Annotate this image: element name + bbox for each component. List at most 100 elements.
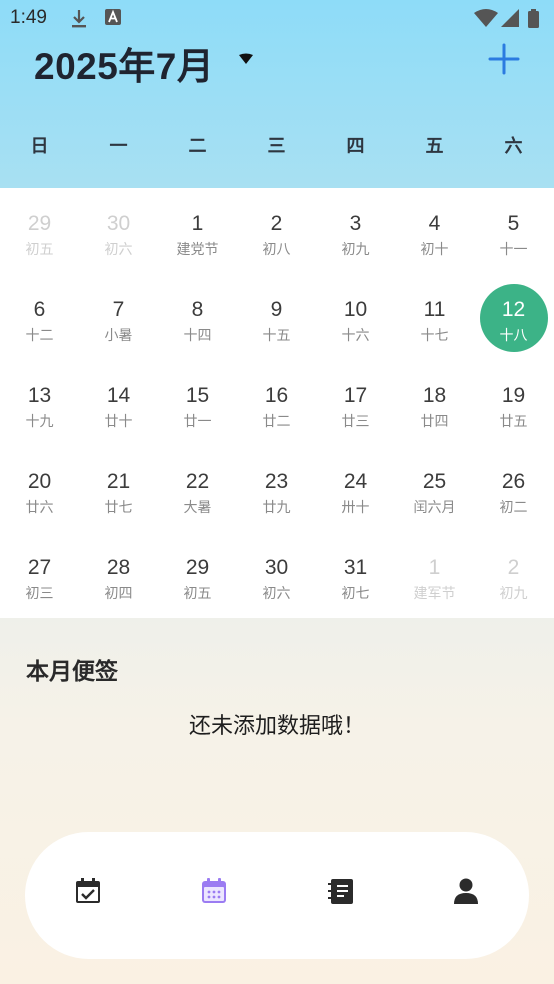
day-number: 7 <box>112 298 125 321</box>
day-number: 22 <box>185 470 210 493</box>
lunar-date: 闰六月 <box>413 500 456 516</box>
day-number: 16 <box>264 384 289 407</box>
day-number: 26 <box>501 470 526 493</box>
day-cell[interactable]: 30 初六 <box>237 532 316 618</box>
weekday-label: 五 <box>425 136 444 157</box>
day-cell[interactable]: 9 十五 <box>237 274 316 360</box>
day-number: 23 <box>264 470 289 493</box>
day-number: 30 <box>264 556 289 579</box>
day-cell[interactable]: 19 廿五 <box>474 360 553 446</box>
day-cell[interactable]: 23 廿九 <box>237 446 316 532</box>
day-cell[interactable]: 1 建党节 <box>158 188 237 274</box>
day-cell[interactable]: 2 初八 <box>237 188 316 274</box>
lunar-date: 十五 <box>262 328 291 344</box>
day-cell[interactable]: 29 初五 <box>158 532 237 618</box>
lunar-date: 廿三 <box>341 414 370 430</box>
day-cell[interactable]: 25 闰六月 <box>395 446 474 532</box>
weekday-label: 四 <box>346 136 365 157</box>
lunar-date: 廿七 <box>104 500 133 516</box>
day-number: 13 <box>27 384 52 407</box>
day-number: 29 <box>185 556 210 579</box>
day-cell[interactable]: 22 大暑 <box>158 446 237 532</box>
calendar-grid: 29 初五 30 初六 1 建党节 2 初八 3 初九 4 初十 5 十一 6 十二 7 小暑 8 十四 9 十五 10 十六… <box>0 188 554 618</box>
day-cell[interactable]: 17 廿三 <box>316 360 395 446</box>
battery-icon <box>528 9 539 32</box>
nav-item-calendar[interactable] <box>199 876 229 906</box>
day-number: 31 <box>343 556 368 579</box>
day-cell[interactable]: 29 初五 <box>0 188 79 274</box>
a-letter-icon <box>105 9 121 31</box>
weekday-label: 一 <box>109 136 128 157</box>
day-cell[interactable]: 27 初三 <box>0 532 79 618</box>
nav-item-schedule[interactable] <box>73 876 103 906</box>
day-number: 30 <box>106 212 131 235</box>
day-number: 17 <box>343 384 368 407</box>
day-cell[interactable]: 8 十四 <box>158 274 237 360</box>
day-cell[interactable]: 6 十二 <box>0 274 79 360</box>
day-number: 28 <box>106 556 131 579</box>
add-button[interactable] <box>484 39 524 79</box>
day-cell[interactable]: 7 小暑 <box>79 274 158 360</box>
lunar-date: 大暑 <box>183 500 212 516</box>
weekday-header: 日一二三四五六 <box>0 132 554 168</box>
lunar-date: 初五 <box>25 242 54 258</box>
day-number: 12 <box>501 298 526 321</box>
wifi-icon <box>474 9 498 31</box>
lunar-date: 十二 <box>25 328 54 344</box>
day-number: 25 <box>422 470 447 493</box>
lunar-date: 廿四 <box>420 414 449 430</box>
month-title[interactable]: 2025年7月 <box>34 36 214 90</box>
day-cell-selected[interactable]: 12 十八 <box>474 274 553 360</box>
lunar-date: 十四 <box>183 328 212 344</box>
plus-icon <box>488 43 520 75</box>
day-cell[interactable]: 15 廿一 <box>158 360 237 446</box>
lunar-date: 初五 <box>183 586 212 602</box>
day-number: 21 <box>106 470 131 493</box>
nav-item-notes[interactable] <box>326 876 356 906</box>
lunar-date: 十六 <box>341 328 370 344</box>
day-cell[interactable]: 30 初六 <box>79 188 158 274</box>
lunar-date: 初八 <box>262 242 291 258</box>
day-number: 2 <box>270 212 283 235</box>
day-cell[interactable]: 2 初九 <box>474 532 553 618</box>
day-cell[interactable]: 24 卅十 <box>316 446 395 532</box>
lunar-date: 初四 <box>104 586 133 602</box>
day-cell[interactable]: 14 廿十 <box>79 360 158 446</box>
weekday-label: 二 <box>188 136 207 157</box>
weekday-label: 三 <box>267 136 286 157</box>
day-cell[interactable]: 1 建军节 <box>395 532 474 618</box>
day-cell[interactable]: 4 初十 <box>395 188 474 274</box>
lunar-date: 廿五 <box>499 414 528 430</box>
lunar-date: 廿一 <box>183 414 212 430</box>
day-cell[interactable]: 21 廿七 <box>79 446 158 532</box>
lunar-date: 初三 <box>25 586 54 602</box>
day-cell[interactable]: 28 初四 <box>79 532 158 618</box>
caret-down-icon[interactable] <box>238 50 254 69</box>
lunar-date: 廿九 <box>262 500 291 516</box>
lunar-date: 廿六 <box>25 500 54 516</box>
day-cell[interactable]: 26 初二 <box>474 446 553 532</box>
lunar-date: 初十 <box>420 242 449 258</box>
day-number: 24 <box>343 470 368 493</box>
day-cell[interactable]: 13 十九 <box>0 360 79 446</box>
lunar-date: 建党节 <box>176 242 219 258</box>
day-cell[interactable]: 31 初七 <box>316 532 395 618</box>
lunar-date: 卅十 <box>341 500 370 516</box>
lunar-date: 廿十 <box>104 414 133 430</box>
day-cell[interactable]: 11 十七 <box>395 274 474 360</box>
day-cell[interactable]: 16 廿二 <box>237 360 316 446</box>
day-number: 14 <box>106 384 131 407</box>
day-cell[interactable]: 10 十六 <box>316 274 395 360</box>
day-number: 8 <box>191 298 204 321</box>
day-number: 27 <box>27 556 52 579</box>
lunar-date: 十七 <box>420 328 449 344</box>
lunar-date: 初六 <box>262 586 291 602</box>
nav-item-profile[interactable] <box>451 876 481 906</box>
day-cell[interactable]: 3 初九 <box>316 188 395 274</box>
user-icon <box>454 878 478 904</box>
day-cell[interactable]: 18 廿四 <box>395 360 474 446</box>
day-cell[interactable]: 5 十一 <box>474 188 553 274</box>
lunar-date: 廿二 <box>262 414 291 430</box>
day-cell[interactable]: 20 廿六 <box>0 446 79 532</box>
weekday-label: 日 <box>30 136 49 157</box>
